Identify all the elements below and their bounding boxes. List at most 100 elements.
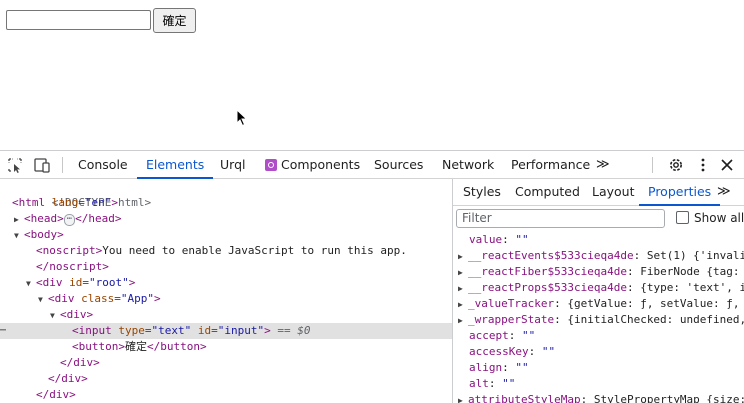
tree-line-html[interactable]: <html lang="en"> [0, 195, 452, 211]
property-row[interactable]: ▶ __reactFiber$533cieqa4de: FiberNode {ta… [453, 264, 744, 280]
mouse-cursor-icon [236, 109, 248, 127]
attr-value: "en" [84, 196, 112, 209]
expand-triangle-icon[interactable]: ▶ [14, 212, 24, 228]
expand-triangle-icon[interactable]: ▶ [458, 297, 468, 312]
attr-value: "root" [89, 276, 129, 289]
more-options-icon[interactable] [694, 156, 712, 174]
property-row[interactable]: ▶ _wrapperState: {initialChecked: undefin… [453, 312, 744, 328]
tab-sources[interactable]: Sources [374, 151, 423, 178]
collapse-triangle-icon[interactable]: ▼ [50, 308, 60, 324]
expand-triangle-icon[interactable]: ▶ [458, 281, 468, 296]
expand-triangle-icon[interactable]: ▶ [458, 265, 468, 280]
show-all-label: Show all [694, 211, 744, 225]
tab-performance[interactable]: Performance [511, 151, 590, 178]
node-actions-icon[interactable]: ⋯ [0, 323, 6, 339]
devtools-toolbar: Console Elements Urql Components Sources… [0, 151, 744, 179]
page-viewport: 確定 [0, 0, 744, 150]
tree-line-head[interactable]: ▶ <head> ⋯ </head> [0, 211, 452, 227]
checkbox-icon[interactable] [676, 211, 689, 224]
div-close-tag: </div> [60, 356, 100, 369]
property-row[interactable]: ▶ __reactEvents$533cieqa4de: Set(1) {'inv… [453, 248, 744, 264]
inspect-element-icon[interactable] [6, 156, 24, 174]
tree-line-inner-div[interactable]: ▼ <div> [0, 307, 452, 323]
sidebar-tabs: Styles Computed Layout Properties ≫ [453, 179, 744, 206]
property-row[interactable]: accept: "" [453, 328, 744, 344]
attr-value: "App" [120, 292, 154, 305]
input-tag: input [78, 324, 112, 337]
property-key: accept [469, 329, 509, 342]
tab-console[interactable]: Console [78, 151, 128, 178]
property-value: Set(1) {'invali [646, 249, 744, 262]
tree-line-app-div[interactable]: ▼ <div class="App"> [0, 291, 452, 307]
device-toolbar-icon[interactable] [33, 156, 51, 174]
collapsed-ellipsis[interactable]: ⋯ [63, 214, 76, 226]
collapse-triangle-icon[interactable]: ▼ [14, 228, 24, 244]
collapse-triangle-icon[interactable]: ▼ [26, 276, 36, 292]
property-key: align [469, 361, 503, 374]
expand-triangle-icon[interactable]: ▶ [458, 249, 468, 264]
button-text: 確定 [124, 340, 147, 353]
property-key: alt [469, 377, 489, 390]
head-tag: head [30, 212, 58, 225]
property-row[interactable]: align: "" [453, 360, 744, 376]
property-row[interactable]: ▶ attributeStyleMap: StylePropertyMap {si… [453, 392, 744, 403]
tab-urql[interactable]: Urql [220, 151, 245, 178]
attr-name: id [197, 324, 212, 337]
settings-gear-icon[interactable] [667, 156, 685, 174]
property-value: "" [541, 345, 556, 358]
tree-line-div-close[interactable]: </div> [0, 387, 452, 403]
button-open-tag: <button> [72, 340, 125, 353]
attr-value: "text" [151, 324, 192, 337]
property-row[interactable]: alt: "" [453, 376, 744, 392]
more-sidebar-tabs-icon[interactable]: ≫ [717, 179, 731, 205]
property-value: "" [502, 377, 516, 390]
tab-computed[interactable]: Computed [515, 179, 580, 205]
tree-line-doctype[interactable]: <!DOCTYPE html> [0, 179, 452, 209]
property-value: "" [522, 329, 536, 342]
collapse-triangle-icon[interactable]: ▼ [38, 292, 48, 308]
tab-elements[interactable]: Elements [136, 151, 214, 179]
tree-line-body[interactable]: ▼ <body> [0, 227, 452, 243]
tree-line-div-close[interactable]: </div> [0, 371, 452, 387]
tree-line-input-selected[interactable]: ⋯ <input type="text" id="input"> == $0 [0, 323, 452, 339]
tree-line-noscript-close[interactable]: </noscript> [0, 259, 452, 275]
property-key: _valueTracker [468, 297, 555, 310]
close-icon[interactable] [718, 156, 736, 174]
attr-name: class [81, 292, 115, 305]
property-key: accessKey [469, 345, 529, 358]
tree-line-noscript[interactable]: <noscript>You need to enable JavaScript … [0, 243, 452, 259]
tab-network[interactable]: Network [442, 151, 494, 178]
properties-sidebar: Styles Computed Layout Properties ≫ Filt… [453, 179, 744, 403]
property-row[interactable]: value: "" [453, 232, 744, 248]
div-tag: div [54, 292, 75, 305]
text-input[interactable] [6, 10, 151, 30]
property-value: {type: 'text', i [640, 281, 744, 294]
tree-line-div-close[interactable]: </div> [0, 355, 452, 371]
property-row[interactable]: ▶ _valueTracker: {getValue: ƒ, setValue: … [453, 296, 744, 312]
div-close-tag: </div> [36, 388, 76, 401]
tree-line-root-div[interactable]: ▼ <div id="root"> [0, 275, 452, 291]
attr-value: "input" [217, 324, 265, 337]
property-value: {initialChecked: undefined, [567, 313, 744, 326]
html-tag: html [18, 196, 46, 209]
toolbar-divider [652, 157, 653, 173]
tab-components-label: Components [281, 157, 361, 172]
tree-line-button[interactable]: <button>確定</button> [0, 339, 452, 355]
tab-properties[interactable]: Properties [638, 179, 721, 206]
more-tabs-icon[interactable]: ≫ [596, 151, 610, 178]
filter-input[interactable]: Filter [456, 209, 665, 228]
tab-styles[interactable]: Styles [463, 179, 501, 205]
div-close-tag: </div> [48, 372, 88, 385]
attr-name: id [69, 276, 83, 289]
expand-triangle-icon[interactable]: ▶ [458, 313, 468, 328]
property-key: _wrapperState [468, 313, 555, 326]
property-key: __reactProps$533cieqa4de [468, 281, 627, 294]
property-row[interactable]: accessKey: "" [453, 344, 744, 360]
show-all-checkbox[interactable]: Show all [676, 211, 744, 225]
property-row[interactable]: ▶ __reactProps$533cieqa4de: {type: 'text'… [453, 280, 744, 296]
property-key: value [469, 233, 503, 246]
confirm-button[interactable]: 確定 [153, 8, 196, 33]
tab-layout[interactable]: Layout [592, 179, 635, 205]
tab-components[interactable]: Components [265, 151, 360, 178]
attr-name: type [118, 324, 145, 337]
